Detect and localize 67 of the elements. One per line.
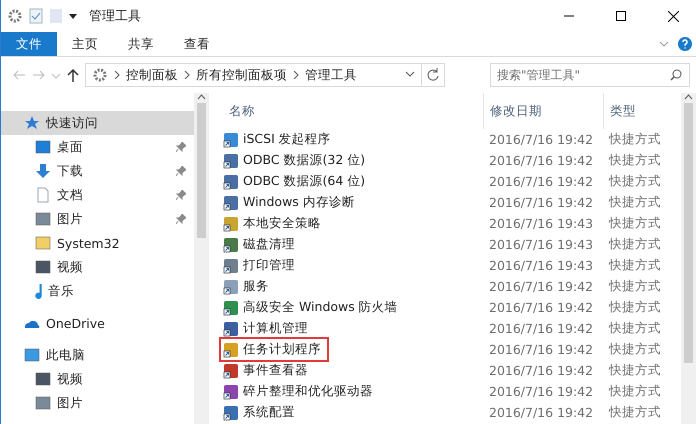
type-cell-text: 快捷方式: [608, 131, 662, 148]
type-cell-text: 快捷方式: [608, 320, 662, 337]
file-name[interactable]: 任务计划程序: [221, 339, 327, 360]
sidebar-item[interactable]: 视频: [1, 367, 194, 391]
date-cell-text: 2016/7/16 19:43: [488, 258, 594, 273]
file-name[interactable]: 事件查看器: [221, 360, 314, 381]
type-cell-text: 快捷方式: [608, 236, 662, 253]
type-cell-text: 快捷方式: [608, 257, 662, 274]
type-cell-text: 快捷方式: [608, 404, 662, 421]
file-name[interactable]: ODBC 数据源(64 位): [221, 171, 372, 192]
window-title: 管理工具: [89, 8, 142, 25]
type-cell-text: 快捷方式: [608, 383, 662, 400]
type-cell-text: 快捷方式: [608, 299, 662, 316]
file-name[interactable]: iSCSI 发起程序: [221, 129, 337, 150]
file-name[interactable]: 本地安全策略: [221, 213, 327, 234]
sidebar-item[interactable]: 视频: [1, 255, 194, 279]
type-cell-text: 快捷方式: [608, 194, 662, 211]
sidebar-item[interactable]: 图片: [1, 391, 194, 415]
date-cell-text: 2016/7/16 19:42: [488, 195, 594, 210]
sidebar-item[interactable]: 文档: [1, 183, 194, 207]
date-cell-text: 2016/7/16 19:42: [488, 153, 594, 168]
date-cell-text: 2016/7/16 19:42: [488, 384, 594, 399]
date-cell-text: 2016/7/16 19:42: [488, 300, 594, 315]
ribbon-tab[interactable]: 共享: [113, 32, 169, 56]
type-cell-text: 快捷方式: [608, 173, 662, 190]
column-header[interactable]: 修改日期: [483, 93, 603, 129]
date-cell-text: 2016/7/16 19:42: [488, 132, 594, 147]
type-cell-text: 快捷方式: [608, 278, 662, 295]
breadcrumb-item[interactable]: 管理工具: [305, 66, 357, 84]
file-name[interactable]: 计算机管理: [221, 318, 314, 339]
file-name[interactable]: 高级安全 Windows 防火墙: [221, 297, 404, 318]
file-name[interactable]: Windows 内存诊断: [221, 192, 361, 213]
sidebar-item[interactable]: 桌面: [1, 135, 194, 159]
file-name[interactable]: 打印管理: [221, 255, 301, 276]
breadcrumb-item[interactable]: 所有控制面板项: [196, 66, 287, 84]
type-cell-text: 快捷方式: [608, 362, 662, 379]
type-cell-text: 快捷方式: [608, 215, 662, 232]
sidebar-item[interactable]: 此电脑: [1, 343, 194, 367]
date-cell-text: 2016/7/16 19:43: [488, 216, 594, 231]
file-name[interactable]: 系统配置: [221, 402, 301, 423]
ribbon-tab[interactable]: 主页: [57, 32, 113, 56]
sidebar-item[interactable]: 图片: [1, 207, 194, 231]
sidebar-item[interactable]: OneDrive: [1, 311, 194, 335]
sidebar-item[interactable]: 快速访问: [1, 111, 194, 135]
address-bar[interactable]: 控制面板 所有控制面板项 管理工具: [85, 63, 445, 87]
file-name[interactable]: 磁盘清理: [221, 234, 301, 255]
ribbon-tab[interactable]: 文件: [1, 32, 57, 56]
column-header[interactable]: 类型: [603, 93, 673, 129]
date-cell-text: 2016/7/16 19:42: [488, 342, 594, 357]
date-cell-text: 2016/7/16 19:42: [488, 363, 594, 378]
sidebar-item[interactable]: 音乐: [1, 279, 194, 303]
date-cell-text: 2016/7/16 19:42: [488, 405, 594, 420]
type-cell-text: 快捷方式: [608, 152, 662, 169]
date-cell-text: 2016/7/16 19:42: [488, 174, 594, 189]
file-name[interactable]: 服务: [221, 276, 275, 297]
type-cell-text: 快捷方式: [608, 341, 662, 358]
column-header[interactable]: 名称: [223, 93, 483, 129]
file-name[interactable]: 碎片整理和优化驱动器: [221, 381, 379, 402]
date-cell-text: 2016/7/16 19:42: [488, 321, 594, 336]
file-name[interactable]: ODBC 数据源(32 位): [221, 150, 372, 171]
sidebar-item[interactable]: System32: [1, 231, 194, 255]
sidebar-item[interactable]: 下载: [1, 159, 194, 183]
date-cell-text: 2016/7/16 19:43: [488, 237, 594, 252]
search-field[interactable]: 搜索"管理工具": [490, 63, 690, 87]
ribbon-tab[interactable]: 查看: [169, 32, 225, 56]
breadcrumb-item[interactable]: 控制面板: [126, 66, 178, 84]
date-cell-text: 2016/7/16 19:42: [488, 279, 594, 294]
